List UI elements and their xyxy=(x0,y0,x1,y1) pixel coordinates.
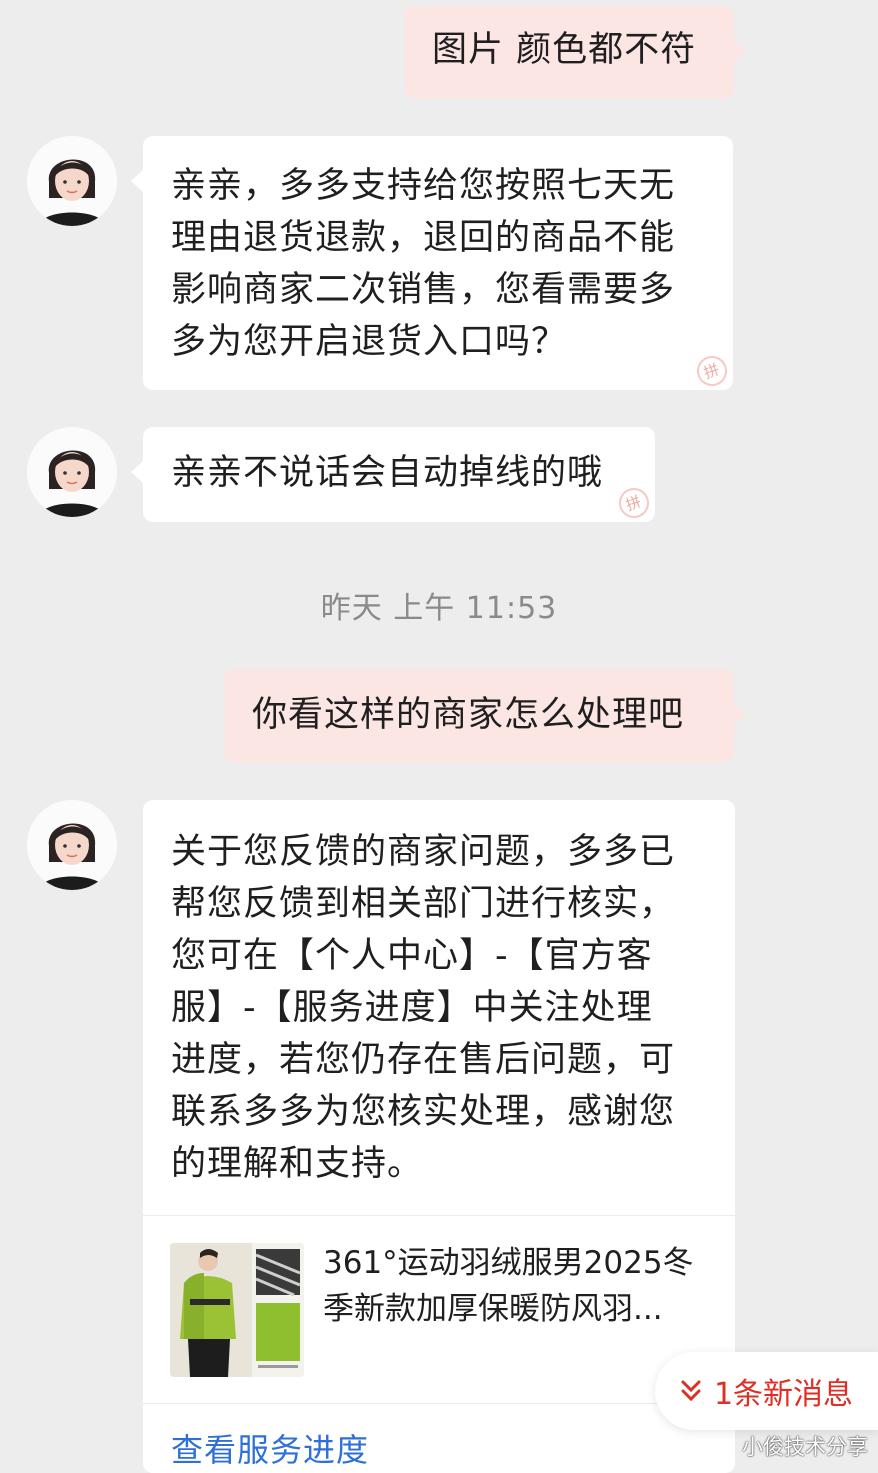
message-text: 亲亲不说话会自动掉线的哦 xyxy=(171,453,604,493)
message-line: 理由退货退款，退回的商品不能 xyxy=(171,218,676,258)
double-chevron-down-icon xyxy=(681,1380,701,1402)
user-message-bubble[interactable]: 图片 颜色都不符 xyxy=(404,6,746,98)
product-title[interactable]: 361°运动羽绒服男2025冬季新款加厚保暖防风羽... xyxy=(323,1240,713,1332)
divider xyxy=(143,1215,735,1216)
new-message-label: 1条新消息 xyxy=(713,1377,854,1412)
product-image-icon xyxy=(170,1243,304,1377)
message-line: 服】-【服务进度】中关注处理 xyxy=(171,988,653,1028)
message-line: 的理解和支持。 xyxy=(171,1144,424,1184)
new-message-button[interactable]: 1条新消息 xyxy=(655,1352,878,1430)
divider xyxy=(143,1403,735,1404)
agent-avatar[interactable] xyxy=(27,136,117,226)
message-line: 您可在【个人中心】-【官方客 xyxy=(171,936,653,976)
message-text: 关于您反馈的商家问题，多多已 帮您反馈到相关部门进行核实， 您可在【个人中心】-… xyxy=(171,826,711,1190)
message-text: 你看这样的商家怎么处理吧 xyxy=(252,695,685,735)
brand-stamp-icon: 拼 xyxy=(614,483,654,523)
message-line: 帮您反馈到相关部门进行核实， xyxy=(171,884,676,924)
message-line: 影响商家二次销售，您看需要多 xyxy=(171,270,676,310)
agent-avatar-icon xyxy=(27,800,117,890)
agent-avatar[interactable] xyxy=(27,427,117,517)
view-service-progress-link[interactable]: 查看服务进度 xyxy=(171,1425,369,1471)
agent-avatar-icon xyxy=(27,427,117,517)
agent-avatar[interactable] xyxy=(27,800,117,890)
message-text: 图片 颜色都不符 xyxy=(432,30,697,70)
message-timestamp: 昨天 上午 11:53 xyxy=(320,591,558,626)
agent-avatar-icon xyxy=(27,136,117,226)
agent-message-card[interactable]: 关于您反馈的商家问题，多多已 帮您反馈到相关部门进行核实， 您可在【个人中心】-… xyxy=(143,800,735,1473)
agent-message-bubble[interactable]: 亲亲，多多支持给您按照七天无 理由退货退款，退回的商品不能 影响商家二次销售，您… xyxy=(131,136,733,391)
message-line: 关于您反馈的商家问题，多多已 xyxy=(171,832,676,872)
agent-message-bubble[interactable]: 亲亲不说话会自动掉线的哦 拼 xyxy=(131,427,655,523)
chat-window: 图片 颜色都不符 亲亲，多多支持给您按照七天无 理由退货退款，退回的商品不能 影… xyxy=(0,0,878,1473)
watermark: 小俊技术分享 xyxy=(742,1435,868,1459)
product-thumbnail[interactable] xyxy=(170,1243,304,1377)
user-message-bubble[interactable]: 你看这样的商家怎么处理吧 xyxy=(224,669,746,762)
message-line: 多为您开启退货入口吗？ xyxy=(171,322,568,362)
message-line: 联系多多为您核实处理，感谢您 xyxy=(171,1092,676,1132)
message-line: 进度，若您仍存在售后问题，可 xyxy=(171,1040,676,1080)
message-line: 亲亲，多多支持给您按照七天无 xyxy=(171,166,676,206)
